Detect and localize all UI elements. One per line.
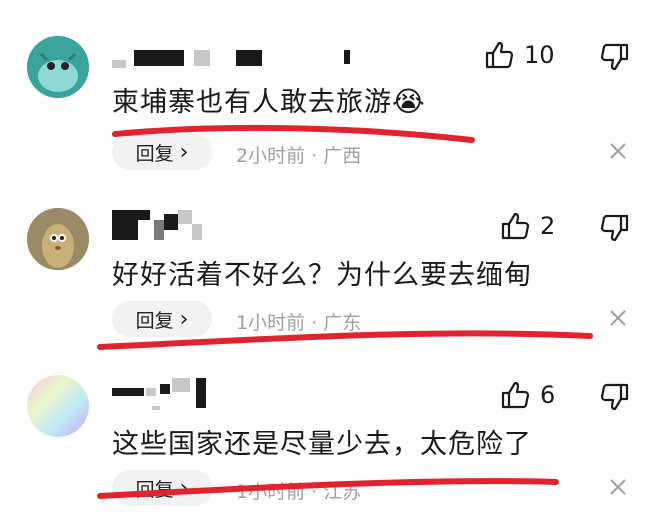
- close-button[interactable]: [606, 306, 630, 330]
- holographic-gradient-avatar-icon: [27, 375, 89, 437]
- like-count: 2: [540, 212, 556, 240]
- tan-character-avatar-icon: [27, 208, 89, 270]
- reply-label: 回复: [135, 309, 174, 332]
- comment-item: 这些国家还是尽量少去，太危险了 6 回复 › 1小时前 · 江苏: [0, 0, 660, 506]
- dislike-button[interactable]: [600, 382, 630, 416]
- reply-button[interactable]: 回复 ›: [112, 301, 212, 337]
- like-count: 6: [540, 381, 556, 409]
- like-button[interactable]: 6: [500, 380, 555, 410]
- close-icon: [610, 479, 626, 495]
- thumbs-up-icon: [501, 381, 530, 409]
- close-button[interactable]: [606, 475, 630, 499]
- reply-label: 回复: [135, 478, 174, 501]
- reply-button[interactable]: 回复 ›: [112, 470, 212, 506]
- close-icon: [610, 310, 626, 326]
- avatar[interactable]: [27, 208, 89, 270]
- comment-text: 好好活着不好么？为什么要去缅甸: [112, 260, 532, 291]
- dislike-button[interactable]: [600, 213, 630, 247]
- comment-meta: 1小时前 · 广东: [236, 312, 362, 334]
- chevron-right-icon: ›: [179, 306, 189, 332]
- avatar[interactable]: [27, 375, 89, 437]
- chevron-right-icon: ›: [179, 475, 189, 501]
- comment-text: 这些国家还是尽量少去，太危险了: [112, 429, 532, 460]
- thumbs-down-icon: [600, 214, 629, 242]
- thumbs-up-icon: [501, 212, 530, 240]
- thumbs-down-icon: [600, 383, 629, 411]
- comment-meta: 1小时前 · 江苏: [236, 481, 362, 503]
- like-button[interactable]: 2: [500, 211, 555, 241]
